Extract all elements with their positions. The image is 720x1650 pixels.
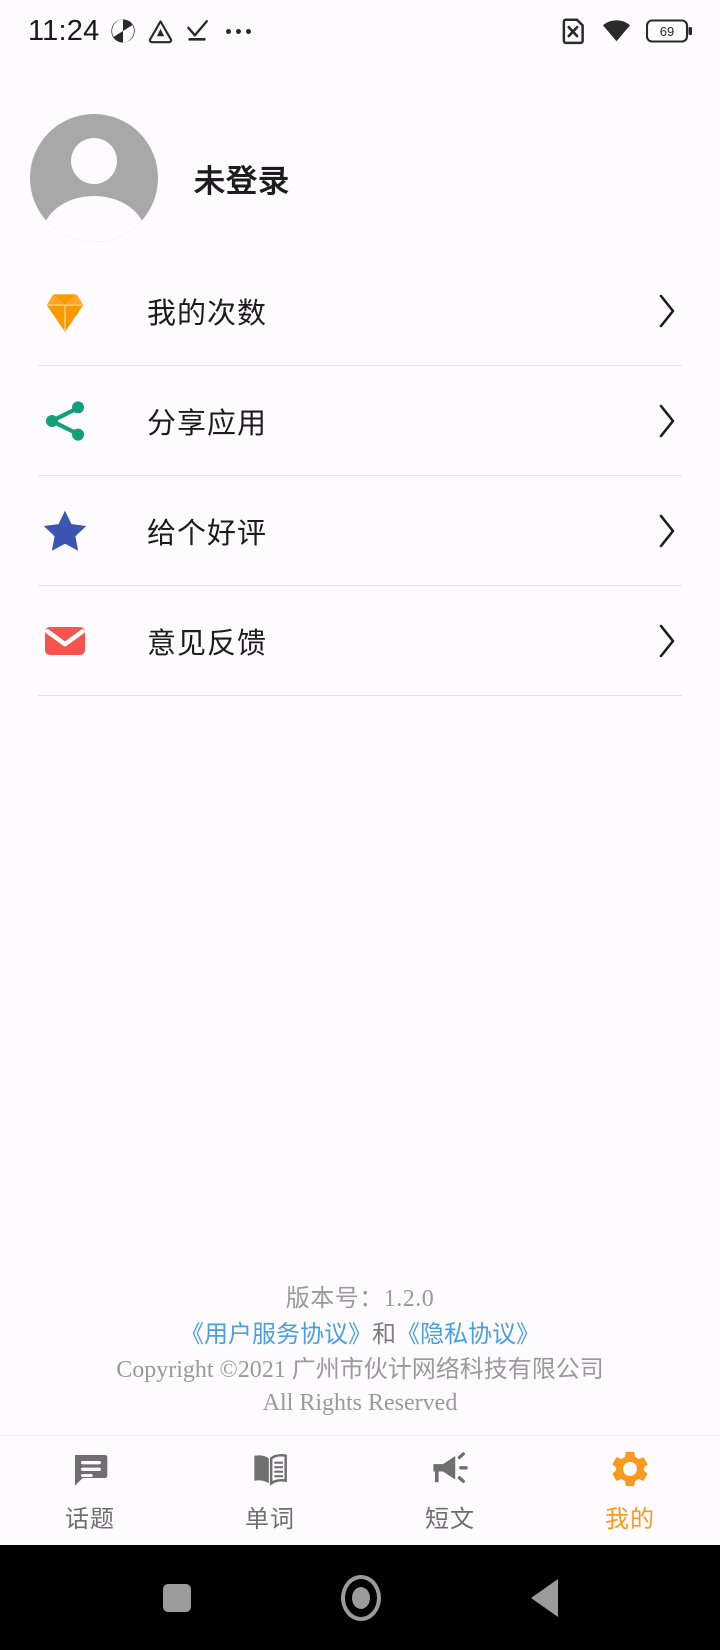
status-bar-right: 69: [557, 16, 694, 47]
app-footer: 版本号：1.2.0 《用户服务协议》和《隐私协议》 Copyright ©202…: [0, 1283, 720, 1435]
back-triangle-button[interactable]: [530, 1578, 558, 1617]
star-icon: [38, 504, 92, 558]
tab-words[interactable]: 单词: [180, 1436, 360, 1545]
chevron-right-icon: [652, 404, 682, 437]
avatar[interactable]: [30, 114, 158, 242]
privacy-agreement-link[interactable]: 《隐私协议》: [396, 1322, 540, 1348]
service-agreement-link[interactable]: 《用户服务协议》: [180, 1322, 372, 1348]
app-badge-icon: [111, 19, 136, 43]
home-circle-button[interactable]: [340, 1574, 381, 1621]
menu-item-rate-app[interactable]: 给个好评: [38, 476, 682, 586]
agreement-conjunction: 和: [372, 1321, 396, 1348]
status-bar: 11:24 69: [0, 0, 720, 62]
recents-square-button[interactable]: [162, 1583, 191, 1612]
chevron-right-icon: [652, 294, 682, 327]
profile-nickname: 未登录: [194, 163, 290, 199]
tab-articles[interactable]: 短文: [360, 1436, 540, 1545]
no-sim-icon: [562, 18, 584, 45]
menu-item-feedback[interactable]: 意见反馈: [38, 586, 682, 696]
battery-icon: 69: [646, 19, 692, 43]
menu-item-label: 分享应用: [147, 407, 268, 440]
menu-item-label: 我的次数: [147, 297, 268, 330]
menu-item-share-app[interactable]: 分享应用: [38, 366, 682, 476]
tab-label: 我的: [605, 1505, 655, 1533]
more-dots-icon: [226, 28, 252, 34]
tab-label: 单词: [245, 1505, 295, 1533]
tab-topics[interactable]: 话题: [0, 1436, 180, 1545]
agreement-links: 《用户服务协议》和《隐私协议》: [0, 1316, 720, 1354]
profile-header[interactable]: 未登录: [0, 62, 720, 242]
version-text: 版本号：1.2.0: [285, 1286, 435, 1313]
phone-screen: 11:24 69 未登录 我的次数 分享应用 给个好评 意见反馈 版本号：1.2…: [0, 0, 720, 1650]
menu-item-label: 意见反馈: [147, 627, 268, 660]
tab-mine[interactable]: 我的: [540, 1436, 720, 1545]
open-book-icon: [250, 1448, 290, 1490]
settings-menu-list: 我的次数 分享应用 给个好评 意见反馈: [0, 256, 720, 696]
battery-level-text: 69: [660, 24, 674, 39]
triangle-alert-icon: [149, 19, 173, 43]
download-complete-icon: [187, 20, 209, 41]
chevron-right-icon: [652, 624, 682, 657]
megaphone-icon: [429, 1448, 471, 1490]
menu-item-label: 给个好评: [147, 517, 268, 550]
tab-label: 短文: [425, 1505, 475, 1533]
avatar-head-shape: [71, 138, 117, 184]
menu-item-my-count[interactable]: 我的次数: [38, 256, 682, 366]
bottom-tab-bar: 话题 单词 短文 我的: [0, 1435, 720, 1545]
copyright-line-2: All Rights Reserved: [262, 1389, 458, 1416]
copyright-line-1: Copyright ©2021 广州市伙计网络科技有限公司: [116, 1357, 604, 1384]
envelope-icon: [38, 614, 92, 668]
avatar-body-shape: [42, 196, 146, 242]
share-icon: [38, 394, 92, 448]
tab-label: 话题: [65, 1505, 115, 1533]
status-bar-left: 11:24: [28, 14, 252, 48]
wifi-icon: [602, 19, 631, 41]
gear-icon: [609, 1448, 651, 1490]
chevron-right-icon: [652, 514, 682, 547]
android-navigation-bar: [0, 1545, 720, 1650]
chat-bubble-icon: [70, 1448, 110, 1490]
diamond-icon: [38, 284, 92, 338]
status-bar-clock: 11:24: [28, 14, 100, 47]
